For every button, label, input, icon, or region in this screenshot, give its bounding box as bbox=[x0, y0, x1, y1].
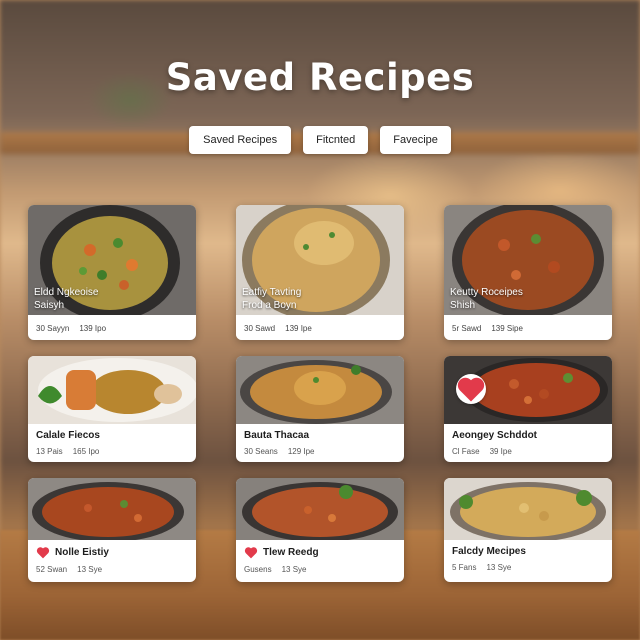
recipe-card[interactable]: Aeongey Schddot Cl Fase 39 Ipe bbox=[444, 356, 612, 462]
recipe-card[interactable]: Bauta Thacaa 30 Seans 129 Ipe bbox=[236, 356, 404, 462]
recipe-meta: Gusens 13 Sye bbox=[244, 565, 307, 574]
recipe-meta: 30 Sawd 139 Ipe bbox=[244, 324, 312, 333]
recipe-photo bbox=[236, 356, 404, 424]
recipe-meta: 30 Sayyn 139 Ipo bbox=[36, 324, 107, 333]
recipe-meta: 5 Fans 13 Sye bbox=[452, 563, 512, 572]
recipe-title: Eldd Ngkeoise Saisyh bbox=[34, 287, 99, 311]
recipe-title: Tlew Reedg bbox=[244, 546, 396, 559]
recipe-title: Keutty Roceipes Shish bbox=[450, 287, 523, 311]
recipe-card[interactable]: Keutty Roceipes Shish 5r Sawd 139 Sipe bbox=[444, 205, 612, 340]
recipe-meta: 5r Sawd 139 Sipe bbox=[452, 324, 523, 333]
recipe-photo bbox=[236, 478, 404, 540]
tab-fitcnted[interactable]: Fitcnted bbox=[303, 126, 369, 154]
tab-saved-recipes[interactable]: Saved Recipes bbox=[189, 126, 292, 154]
heart-icon[interactable] bbox=[36, 546, 50, 559]
tab-favecipe[interactable]: Favecipe bbox=[380, 126, 451, 154]
recipe-card[interactable]: Eldd Ngkeoise Saisyh 30 Sayyn 139 Ipo bbox=[28, 205, 196, 340]
recipe-card[interactable]: Tlew Reedg Gusens 13 Sye bbox=[236, 478, 404, 582]
recipe-grid: Eldd Ngkeoise Saisyh 30 Sayyn 139 Ipo Eat… bbox=[28, 205, 612, 582]
recipe-title: Bauta Thacaa bbox=[244, 430, 310, 441]
recipe-meta: 13 Pais 165 Ipo bbox=[36, 447, 100, 456]
heart-icon[interactable] bbox=[244, 546, 258, 559]
recipe-meta: 52 Swan 13 Sye bbox=[36, 565, 103, 574]
recipe-meta: Cl Fase 39 Ipe bbox=[452, 447, 512, 456]
heart-icon bbox=[457, 377, 485, 402]
recipe-photo bbox=[444, 356, 612, 424]
recipe-card[interactable]: Eatfiy Tavting Frod a Boyn 30 Sawd 139 Ip… bbox=[236, 205, 404, 340]
recipe-card[interactable]: Calale Fiecos 13 Pais 165 Ipo bbox=[28, 356, 196, 462]
recipe-title: Aeongey Schddot bbox=[452, 430, 538, 441]
recipe-photo: Eatfiy Tavting Frod a Boyn 30 Sawd 139 Ip… bbox=[236, 205, 404, 340]
favorite-badge[interactable] bbox=[456, 374, 486, 404]
recipe-photo: Eldd Ngkeoise Saisyh 30 Sayyn 139 Ipo bbox=[28, 205, 196, 340]
recipe-title: Falcdy Mecipes bbox=[452, 546, 526, 557]
filter-tabs: Saved Recipes Fitcnted Favecipe bbox=[0, 126, 640, 154]
recipe-photo bbox=[28, 356, 196, 424]
recipe-card[interactable]: Nolle Eistiy 52 Swan 13 Sye bbox=[28, 478, 196, 582]
recipe-card[interactable]: Falcdy Mecipes 5 Fans 13 Sye bbox=[444, 478, 612, 582]
recipe-title: Nolle Eistiy bbox=[36, 546, 188, 559]
recipe-photo bbox=[444, 478, 612, 540]
page-title: Saved Recipes bbox=[165, 56, 475, 99]
recipe-photo bbox=[28, 478, 196, 540]
recipe-photo: Keutty Roceipes Shish 5r Sawd 139 Sipe bbox=[444, 205, 612, 340]
recipe-title: Calale Fiecos bbox=[36, 430, 100, 441]
recipe-meta: 30 Seans 129 Ipe bbox=[244, 447, 315, 456]
recipe-title: Eatfiy Tavting Frod a Boyn bbox=[242, 287, 302, 311]
